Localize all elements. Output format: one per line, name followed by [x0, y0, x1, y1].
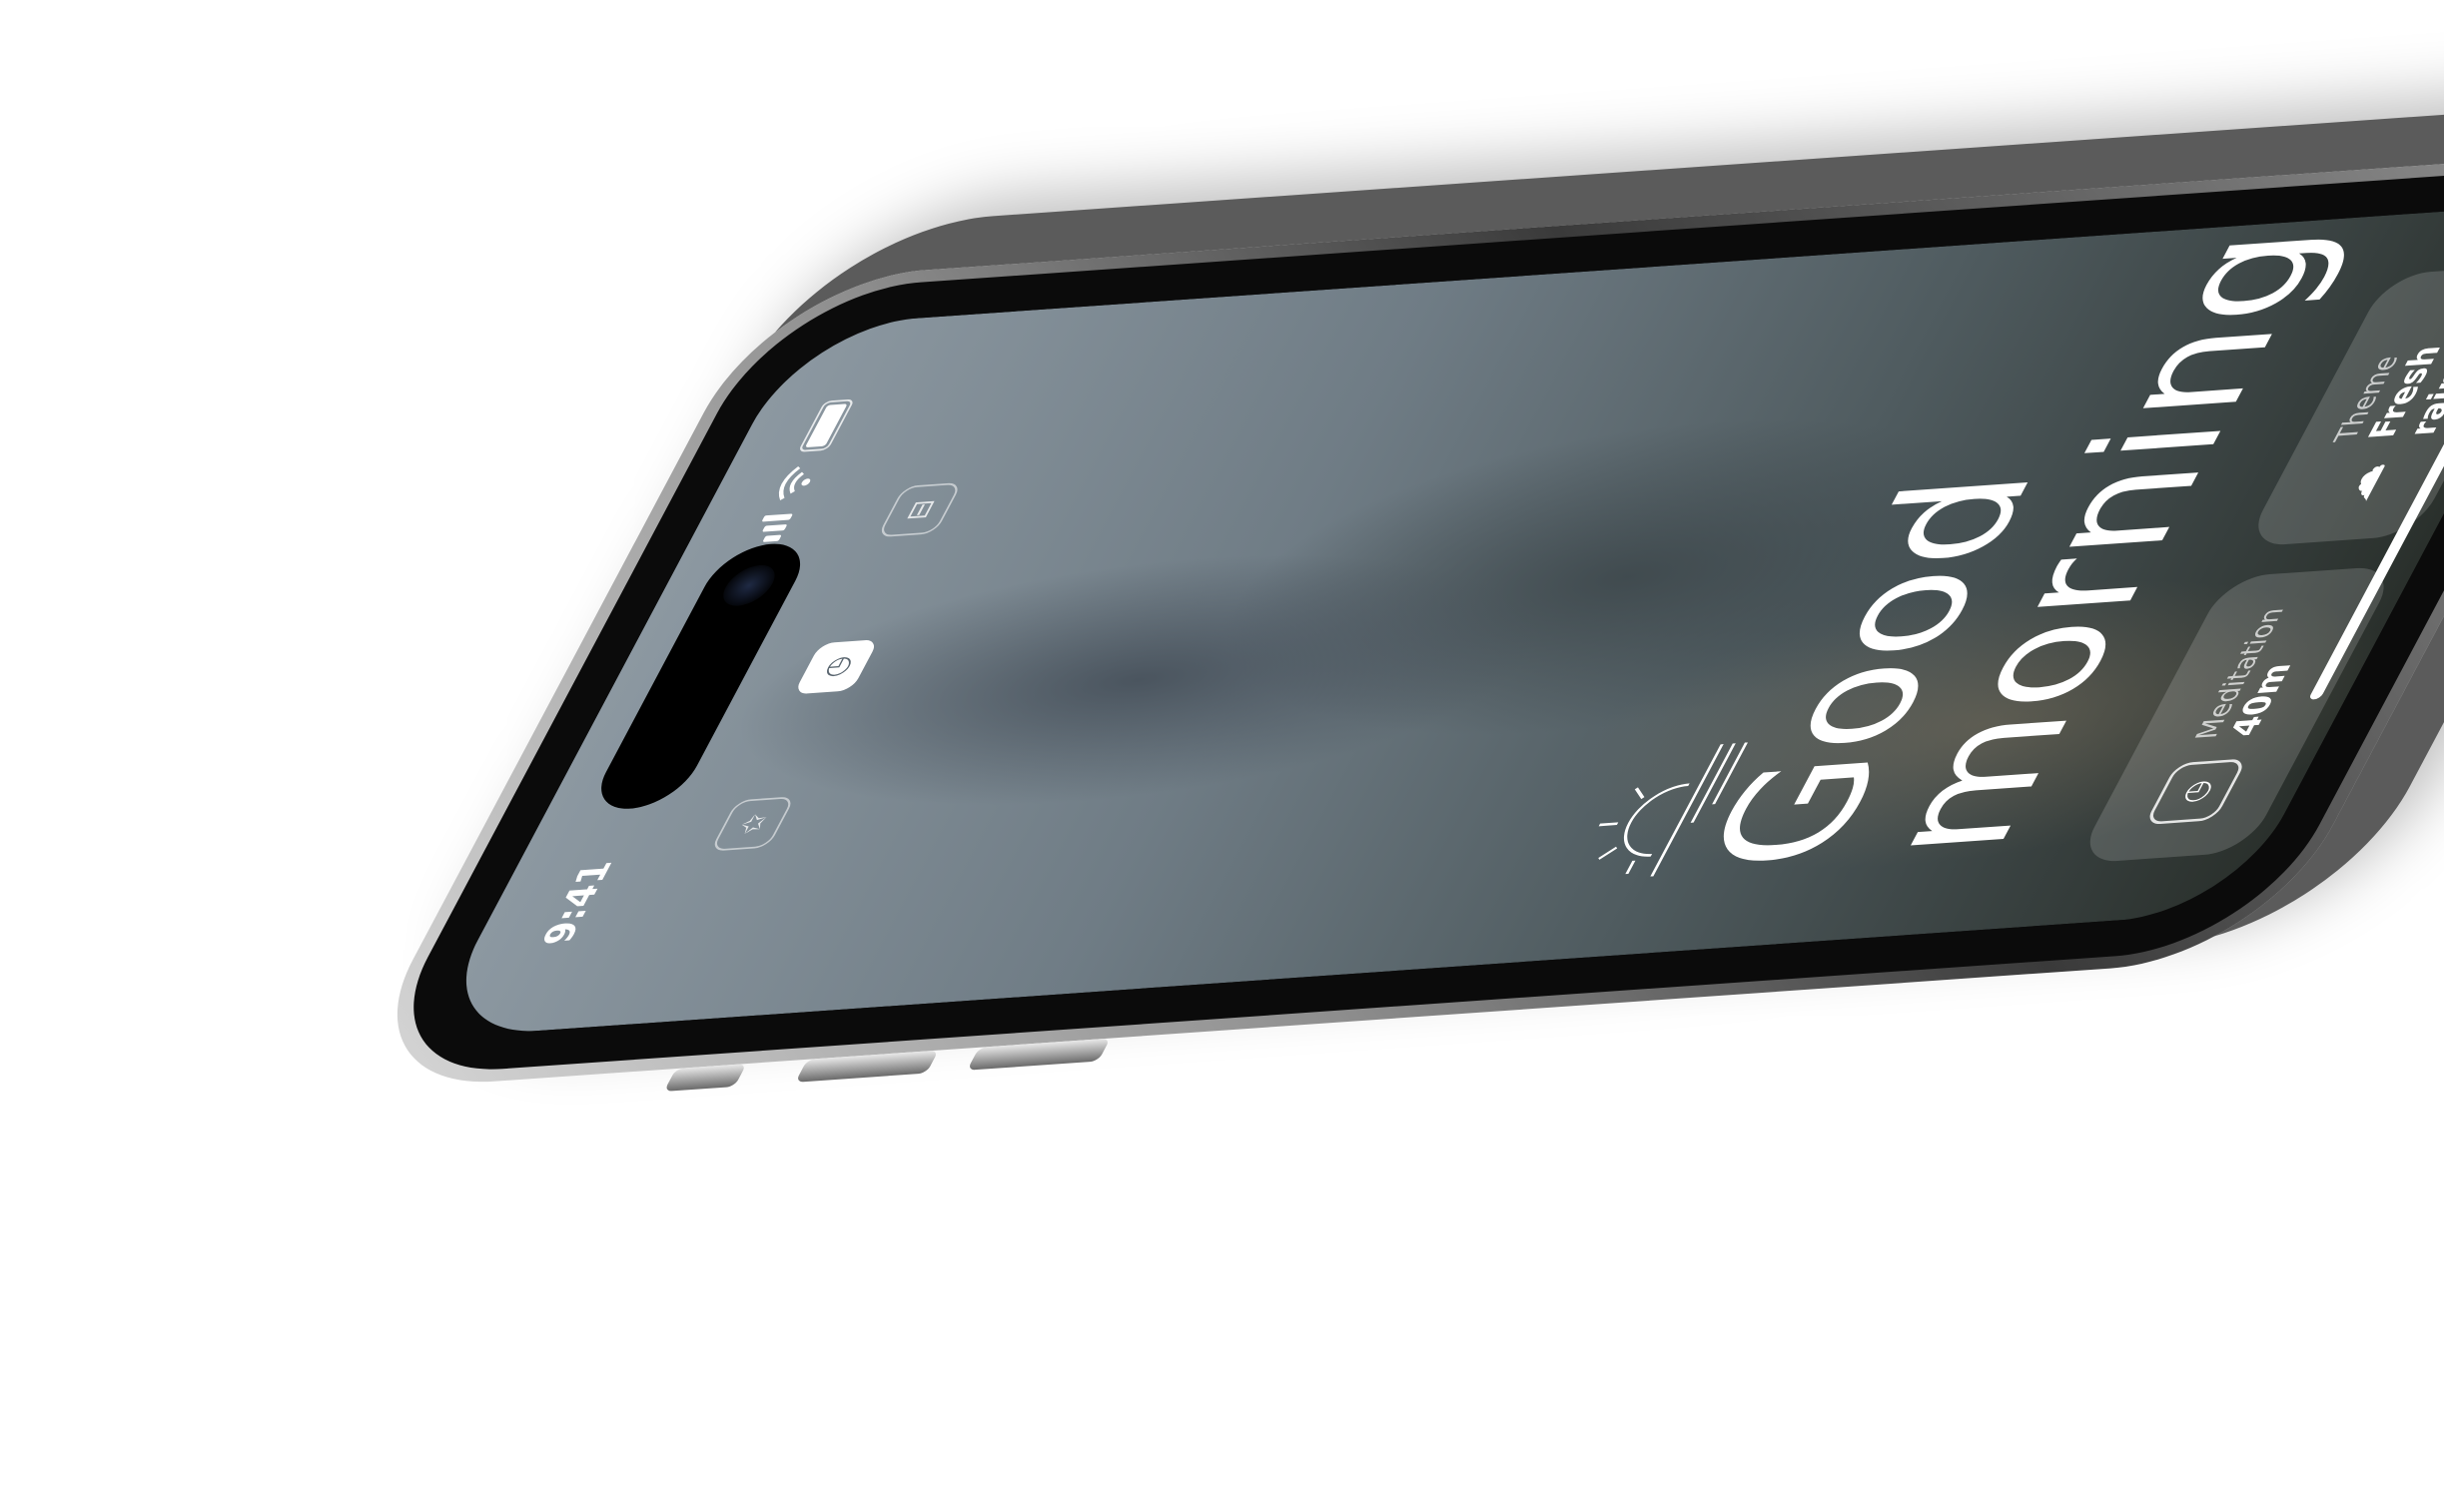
- tab-stats[interactable]: ⊟: [876, 481, 963, 538]
- action-button: [663, 1064, 747, 1092]
- status-time: 9:41: [532, 859, 622, 947]
- tab-timer[interactable]: ◷: [793, 639, 880, 695]
- status-icons: [744, 398, 856, 553]
- volume-down-button: [967, 1038, 1111, 1071]
- rain-cloud-icon: ☁: [2321, 461, 2398, 506]
- battery-icon: [797, 398, 856, 452]
- wifi-icon: [778, 466, 811, 500]
- iphone-mockup: 9:41 ✩ ◷ ⊟ Good morning ◷ Meditation 40m…: [343, 146, 2444, 1093]
- bookmark-icon: ✩: [730, 812, 775, 836]
- camera-icon: [714, 563, 784, 608]
- tab-favorites[interactable]: ✩: [709, 796, 796, 852]
- stats-icon: ⊟: [897, 498, 942, 522]
- clock-icon: ◷: [813, 654, 859, 679]
- clock-icon: ◷: [2143, 758, 2248, 826]
- render-stage: 9:41 ✩ ◷ ⊟ Good morning ◷ Meditation 40m…: [0, 0, 2444, 1512]
- volume-up-button: [795, 1050, 939, 1083]
- phone-bezel: 9:41 ✩ ◷ ⊟ Good morning ◷ Meditation 40m…: [363, 159, 2444, 1080]
- phone-screen: 9:41 ✩ ◷ ⊟ Good morning ◷ Meditation 40m…: [424, 200, 2444, 1039]
